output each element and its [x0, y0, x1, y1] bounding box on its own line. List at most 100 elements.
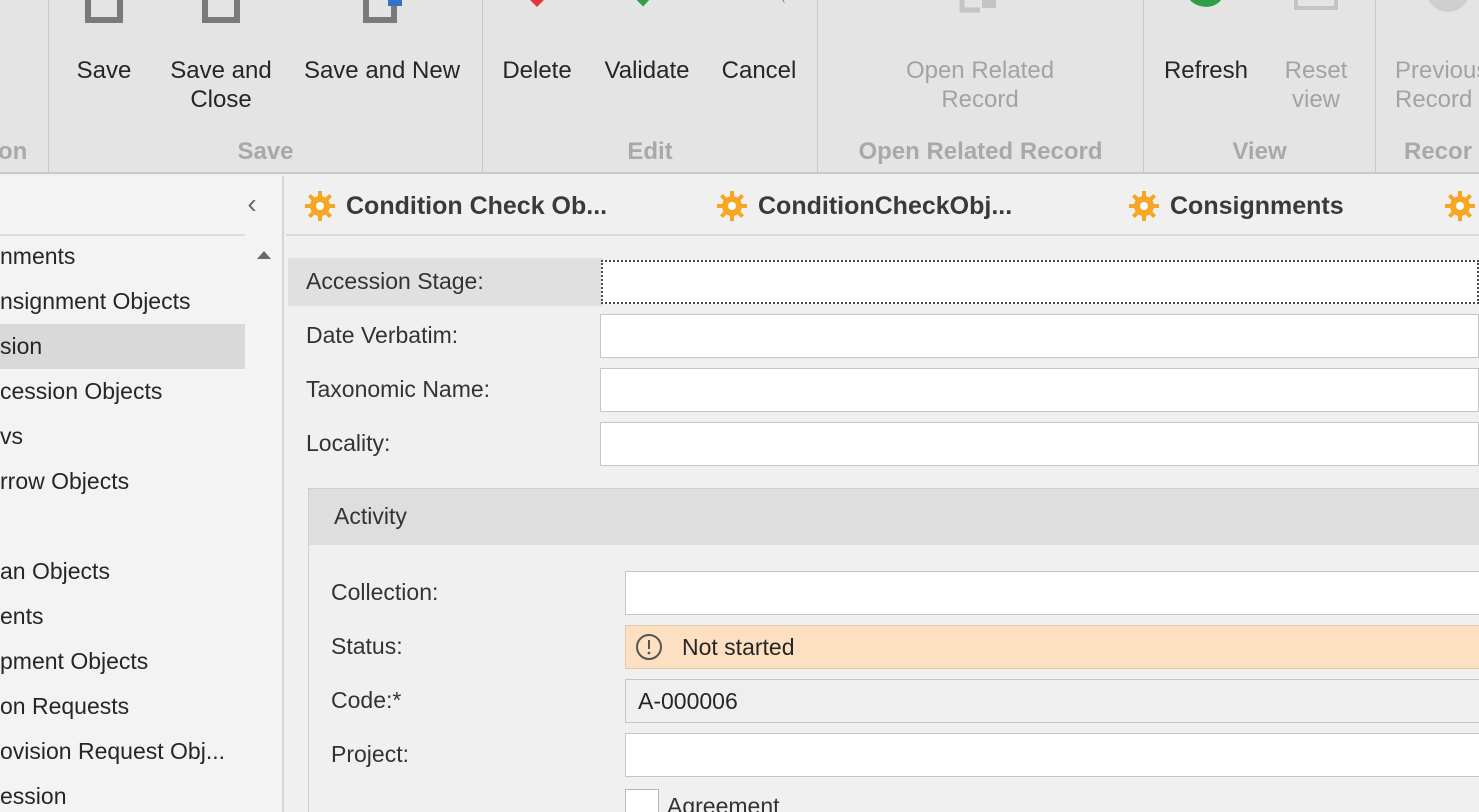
ribbon-toolbar: on Save Save and Close Save and New Save…	[0, 0, 1479, 174]
code-field[interactable]: A-000006	[625, 679, 1479, 723]
ribbon-group-title: Recor	[1404, 138, 1473, 165]
previous-record-label: Previous Record	[1395, 57, 1479, 113]
status-field[interactable]: Not started	[625, 625, 1479, 669]
reset-view-icon	[1294, 0, 1338, 10]
nav-item-consignment-objects[interactable]: nsignment Objects	[0, 279, 245, 324]
undo-arrow-icon	[749, 0, 785, 4]
gear-icon	[1129, 191, 1159, 221]
floppy-disk-new-icon	[363, 0, 402, 23]
validate-label: Validate	[604, 57, 690, 84]
date-verbatim-label: Date Verbatim:	[306, 322, 459, 348]
accession-stage-field[interactable]	[601, 260, 1479, 304]
taxonomic-name-field[interactable]	[600, 368, 1479, 412]
open-record-icon	[959, 0, 996, 13]
nav-item-provision-requests[interactable]: on Requests	[0, 684, 245, 729]
tab-condition-check-objects[interactable]: Condition Check Ob...	[304, 186, 607, 226]
refresh-label: Refresh	[1163, 57, 1249, 84]
tab-label: Consignments	[1170, 191, 1344, 220]
ribbon-group-view: Refresh Reset view View	[1144, 0, 1375, 174]
status-value: Not started	[682, 634, 795, 660]
save-and-close-button[interactable]: Save and Close	[163, 0, 279, 120]
tab-overflow[interactable]	[1444, 186, 1479, 226]
scroll-up-arrow-icon[interactable]	[253, 244, 275, 266]
save-and-close-label: Save and Close	[170, 57, 272, 113]
validate-button[interactable]: Validate	[599, 0, 695, 120]
nav-item-label: sion	[0, 333, 43, 359]
checkmark-icon	[636, 0, 650, 7]
gear-icon	[305, 191, 335, 221]
ribbon-group-title: on	[0, 138, 28, 165]
ribbon-group-edit: Delete Validate Cancel Edit	[483, 0, 817, 174]
date-verbatim-field[interactable]	[600, 314, 1479, 358]
nav-item-label: an Objects	[0, 558, 110, 584]
cancel-button[interactable]: Cancel	[715, 0, 803, 120]
ribbon-group-open-related: Open Related Record Open Related Record	[818, 0, 1143, 174]
tab-label: ConditionCheckObj...	[758, 191, 1013, 220]
gear-icon	[1445, 191, 1475, 221]
refresh-icon	[1190, 0, 1221, 7]
ribbon-group-partial-left: on	[0, 0, 48, 174]
nav-item-label: cession Objects	[0, 378, 163, 404]
activity-group: Activity Collection: Status: Not started…	[308, 488, 1479, 812]
ribbon-group-save: Save Save and Close Save and New Save	[49, 0, 482, 174]
save-button[interactable]: Save	[65, 0, 143, 120]
document-tabs: Condition Check Ob... ConditionCheckObj.…	[286, 176, 1479, 236]
agreement-label: Agreement	[667, 793, 780, 812]
ribbon-group-title: Save	[237, 138, 294, 165]
floppy-disk-close-icon	[202, 0, 240, 23]
refresh-button[interactable]: Refresh	[1158, 0, 1254, 120]
nav-item-label: nments	[0, 243, 76, 269]
clock-warning-icon	[636, 634, 662, 660]
save-and-new-button[interactable]: Save and New	[297, 0, 467, 120]
cancel-label: Cancel	[721, 57, 797, 84]
agreement-checkbox[interactable]	[625, 789, 659, 812]
ribbon-group-title: Open Related Record	[858, 138, 1103, 165]
nav-item-loan-objects[interactable]: an Objects	[0, 549, 245, 594]
open-related-record-button[interactable]: Open Related Record	[888, 0, 1072, 120]
nav-item-borrows[interactable]: vs	[0, 414, 245, 459]
ribbon-group-records: Previous Record Recor	[1376, 0, 1479, 174]
nav-item-label: ession	[0, 783, 67, 809]
previous-record-icon	[1428, 0, 1468, 12]
nav-item-accession-objects[interactable]: cession Objects	[0, 369, 245, 414]
reset-view-label: Reset view	[1284, 57, 1348, 113]
activity-group-title: Activity	[334, 503, 407, 529]
nav-item-loans[interactable]	[0, 504, 245, 549]
nav-item-label: pment Objects	[0, 648, 149, 674]
nav-item-shipments[interactable]: ents	[0, 594, 245, 639]
nav-item-borrow-objects[interactable]: rrow Objects	[0, 459, 245, 504]
accession-stage-label: Accession Stage:	[306, 268, 484, 294]
delete-button[interactable]: Delete	[495, 0, 579, 120]
gear-icon	[717, 191, 747, 221]
status-label: Status:	[331, 633, 403, 659]
project-field[interactable]	[625, 733, 1479, 777]
ribbon-group-title: View	[1232, 138, 1287, 165]
floppy-disk-icon	[85, 0, 123, 23]
nav-item-label: nsignment Objects	[0, 288, 191, 314]
activity-group-header[interactable]: Activity	[309, 489, 1479, 545]
save-and-new-label: Save and New	[303, 57, 461, 84]
collection-label: Collection:	[331, 579, 439, 605]
ribbon-group-title: Edit	[627, 138, 673, 165]
open-related-record-label: Open Related Record	[905, 57, 1055, 113]
nav-item-consignments[interactable]: nments	[0, 234, 245, 279]
project-label: Project:	[331, 741, 409, 767]
nav-item-label: ents	[0, 603, 44, 629]
delete-label: Delete	[502, 57, 572, 84]
nav-item-accession[interactable]: sion	[0, 324, 245, 369]
nav-item-deaccession[interactable]: ession	[0, 774, 245, 812]
nav-item-shipment-objects[interactable]: pment Objects	[0, 639, 245, 684]
reset-view-button[interactable]: Reset view	[1272, 0, 1360, 120]
tab-condition-check-obj[interactable]: ConditionCheckObj...	[716, 186, 1012, 226]
code-label: Code:*	[331, 687, 402, 713]
locality-field[interactable]	[600, 422, 1479, 466]
collection-field[interactable]	[625, 571, 1479, 615]
nav-item-label: ovision Request Obj...	[0, 738, 226, 764]
collapse-nav-icon[interactable]: ‹	[240, 190, 264, 220]
nav-item-provision-request-objects[interactable]: ovision Request Obj...	[0, 729, 245, 774]
tab-label: Condition Check Ob...	[346, 191, 608, 220]
tab-consignments[interactable]: Consignments	[1128, 186, 1344, 226]
delete-x-icon	[530, 0, 544, 7]
nav-item-label: vs	[0, 423, 23, 449]
previous-record-button[interactable]: Previous Record	[1382, 0, 1479, 120]
